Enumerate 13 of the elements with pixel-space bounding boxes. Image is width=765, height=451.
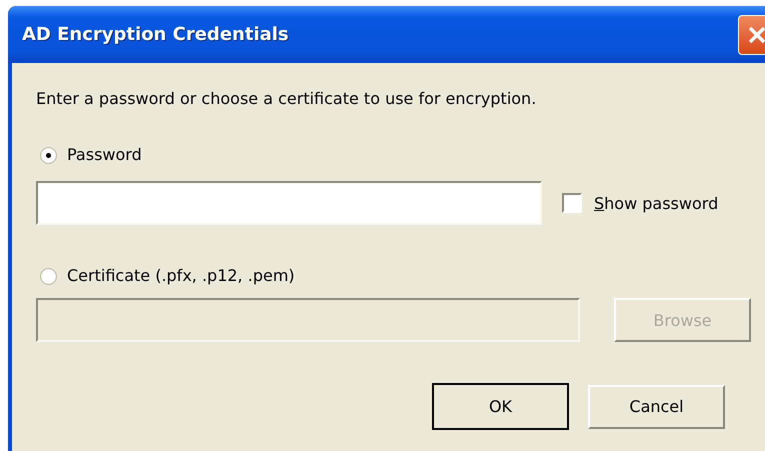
window-title: AD Encryption Credentials <box>22 24 289 45</box>
instructions-text: Enter a password or choose a certificate to use for encryption. <box>36 89 538 109</box>
password-field[interactable] <box>36 181 542 225</box>
close-button[interactable] <box>738 14 765 54</box>
close-icon <box>747 24 765 44</box>
radio-label: Certificate (.pfx, .p12, .pem) <box>67 266 295 286</box>
dialog-button[interactable]: Cancel <box>588 384 725 428</box>
radio-button[interactable] <box>40 268 57 284</box>
checkbox[interactable] <box>562 193 582 213</box>
checkbox-label: Show password <box>594 194 718 212</box>
radio-button[interactable] <box>40 146 57 164</box>
radio-label: Password <box>67 145 142 165</box>
dialog-button[interactable]: OK <box>432 383 569 430</box>
